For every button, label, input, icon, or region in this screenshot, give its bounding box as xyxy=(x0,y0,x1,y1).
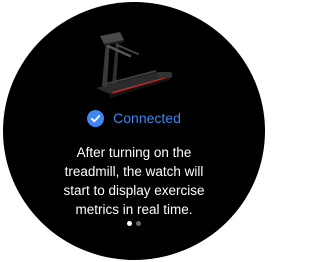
instruction-line: metrics in real time. xyxy=(75,202,193,217)
watch-screen: Connected After turning on the treadmill… xyxy=(3,2,265,260)
check-circle-icon xyxy=(87,109,105,127)
page-dot-active xyxy=(127,221,132,226)
treadmill-icon xyxy=(96,32,172,98)
page-dot xyxy=(136,221,141,226)
page-indicator xyxy=(3,221,265,227)
instruction-line: After turning on the xyxy=(76,145,192,160)
instruction-line: start to display exercise xyxy=(63,183,205,198)
status-label: Connected xyxy=(113,110,181,126)
connection-status: Connected xyxy=(3,108,265,128)
instruction-text: After turning on the treadmill, the watc… xyxy=(33,143,235,219)
instruction-line: treadmill, the watch will xyxy=(64,164,204,179)
